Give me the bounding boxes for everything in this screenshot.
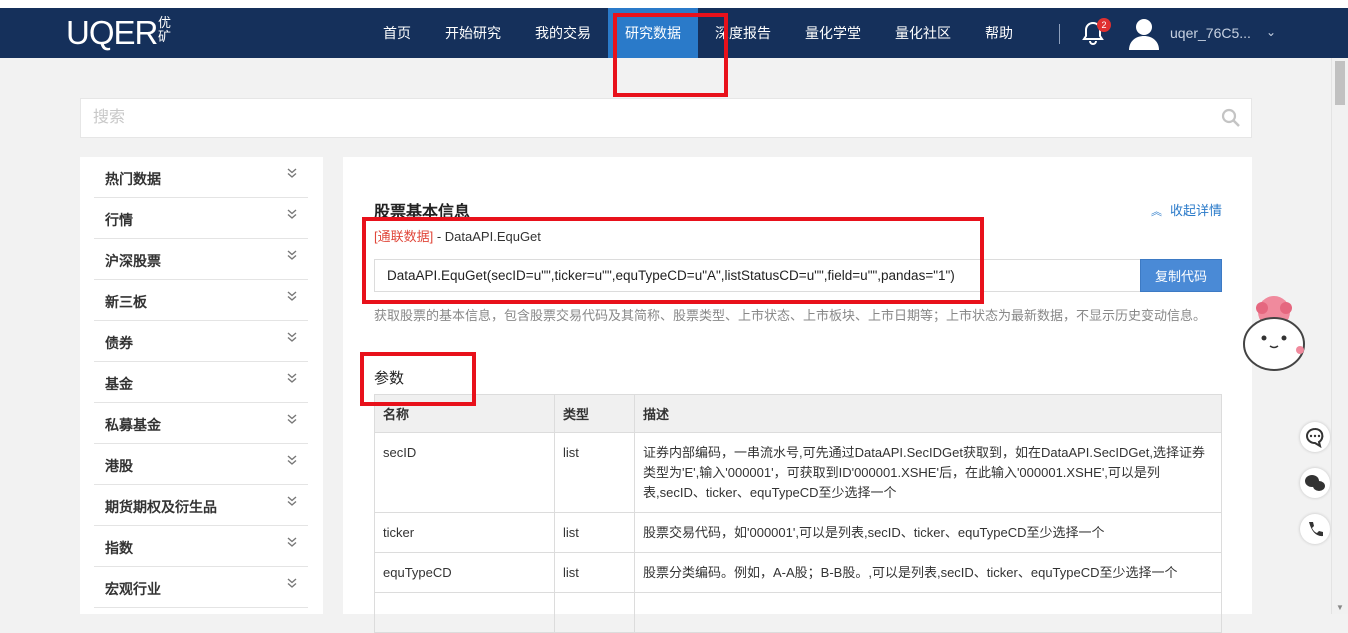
customer-service-button[interactable] bbox=[1300, 422, 1330, 452]
sidebar-item-label: 新三板 bbox=[105, 294, 147, 310]
phone-icon bbox=[1309, 522, 1323, 537]
scrollbar-thumb[interactable] bbox=[1335, 61, 1345, 105]
chat-bubble-icon bbox=[1306, 428, 1324, 449]
sidebar-item-label: 期货期权及衍生品 bbox=[105, 499, 217, 515]
sidebar-item-hot-data[interactable]: 热门数据 bbox=[94, 157, 308, 198]
sidebar-item-label: 热门数据 bbox=[105, 171, 161, 187]
chevron-double-down-icon bbox=[287, 578, 297, 588]
search-bar bbox=[80, 98, 1252, 138]
param-name: equTypeCD bbox=[374, 552, 555, 593]
sidebar-item-neeq[interactable]: 新三板 bbox=[94, 280, 308, 321]
chevron-double-down-icon bbox=[287, 537, 297, 547]
chevron-double-down-icon bbox=[287, 209, 297, 219]
copy-code-button[interactable]: 复制代码 bbox=[1140, 259, 1222, 292]
chevron-double-down-icon bbox=[287, 373, 297, 383]
logo-sub: 优矿 bbox=[158, 15, 172, 44]
chevron-double-down-icon bbox=[287, 250, 297, 260]
sidebar-item-indices[interactable]: 指数 bbox=[94, 526, 308, 567]
nav-my-trades[interactable]: 我的交易 bbox=[518, 8, 608, 58]
sidebar-item-quotes[interactable]: 行情 bbox=[94, 198, 308, 239]
sidebar-item-label: 港股 bbox=[105, 458, 133, 474]
param-name: ticker bbox=[374, 512, 555, 553]
param-type: list bbox=[554, 512, 635, 553]
sidebar-item-a-shares[interactable]: 沪深股票 bbox=[94, 239, 308, 280]
api-description: 获取股票的基本信息，包含股票交易代码及其简称、股票类型、上市状态、上市板块、上市… bbox=[374, 308, 1207, 323]
table-row: equTypeCD list 股票分类编码。例如，A-A股；B-B股。,可以是列… bbox=[374, 552, 1222, 593]
collapse-label: 收起详情 bbox=[1169, 203, 1222, 218]
param-type: list bbox=[554, 432, 635, 513]
sidebar-item-label: 宏观行业 bbox=[105, 581, 161, 597]
params-table: 名称 类型 描述 secID list 证券内部编码，一串流水号,可先通过Dat… bbox=[374, 394, 1222, 633]
table-row: ticker list 股票交易代码，如'000001',可以是列表,secID… bbox=[374, 512, 1222, 553]
sidebar-item-private-funds[interactable]: 私募基金 bbox=[94, 403, 308, 444]
param-desc: 股票交易代码，如'000001',可以是列表,secID、ticker、equT… bbox=[634, 512, 1222, 553]
chevron-double-down-icon bbox=[287, 455, 297, 465]
chevron-double-down-icon bbox=[287, 332, 297, 342]
chevron-double-up-icon: ︽ bbox=[1150, 206, 1162, 218]
sidebar-item-macro[interactable]: 宏观行业 bbox=[94, 567, 308, 608]
sidebar-item-label: 行情 bbox=[105, 212, 133, 228]
param-name: secID bbox=[374, 432, 555, 513]
nav-help[interactable]: 帮助 bbox=[968, 8, 1030, 58]
chevron-down-icon[interactable]: ⌄ bbox=[1266, 25, 1276, 39]
table-header-row: 名称 类型 描述 bbox=[374, 394, 1222, 433]
wechat-button[interactable] bbox=[1300, 468, 1330, 498]
sidebar-item-derivatives[interactable]: 期货期权及衍生品 bbox=[94, 485, 308, 526]
sidebar-item-label: 债券 bbox=[105, 335, 133, 351]
param-desc: 证券内部编码，一串流水号,可先通过DataAPI.SecIDGet获取到，如在D… bbox=[634, 432, 1222, 513]
avatar-icon[interactable] bbox=[1127, 16, 1161, 50]
sidebar-item-label: 私募基金 bbox=[105, 417, 161, 433]
nav-start-research[interactable]: 开始研究 bbox=[428, 8, 518, 58]
collapse-details-link[interactable]: ︽ 收起详情 bbox=[1151, 200, 1222, 219]
nav-quant-school[interactable]: 量化学堂 bbox=[788, 8, 878, 58]
column-header-type: 类型 bbox=[554, 394, 635, 433]
sidebar-item-label: 沪深股票 bbox=[105, 253, 161, 269]
highlight-box-code bbox=[362, 217, 984, 304]
logo-text: UQER bbox=[66, 14, 158, 51]
chevron-double-down-icon bbox=[287, 414, 297, 424]
highlight-box-params bbox=[360, 352, 476, 406]
column-header-desc: 描述 bbox=[634, 394, 1222, 433]
chevron-double-down-icon bbox=[287, 291, 297, 301]
nav-divider bbox=[1059, 24, 1060, 44]
category-sidebar: 热门数据 行情 沪深股票 新三板 债券 基金 私募基金 港股 期货期权及衍生品 … bbox=[80, 157, 323, 614]
notification-badge: 2 bbox=[1097, 18, 1111, 32]
sidebar-item-bonds[interactable]: 债券 bbox=[94, 321, 308, 362]
nav-home[interactable]: 首页 bbox=[366, 8, 428, 58]
uqer-logo[interactable]: UQER 优矿 bbox=[66, 14, 171, 52]
nav-quant-community[interactable]: 量化社区 bbox=[878, 8, 968, 58]
param-type: list bbox=[554, 552, 635, 593]
sidebar-item-hk-stocks[interactable]: 港股 bbox=[94, 444, 308, 485]
page-scrollbar[interactable]: ▼ bbox=[1331, 58, 1348, 614]
table-row: secID list 证券内部编码，一串流水号,可先通过DataAPI.SecI… bbox=[374, 432, 1222, 513]
search-icon[interactable] bbox=[1221, 108, 1241, 128]
mascot-icon[interactable] bbox=[1234, 292, 1314, 374]
scroll-down-arrow-icon[interactable]: ▼ bbox=[1336, 603, 1344, 612]
param-desc: 股票分类编码。例如，A-A股；B-B股。,可以是列表,secID、ticker、… bbox=[634, 552, 1222, 593]
sidebar-item-funds[interactable]: 基金 bbox=[94, 362, 308, 403]
sidebar-item-label: 指数 bbox=[105, 540, 133, 556]
username[interactable]: uqer_76C5... bbox=[1170, 25, 1251, 41]
chevron-double-down-icon bbox=[287, 168, 297, 178]
chevron-double-down-icon bbox=[287, 496, 297, 506]
highlight-box-nav bbox=[613, 13, 728, 97]
sidebar-item-label: 基金 bbox=[105, 376, 133, 392]
wechat-icon bbox=[1305, 475, 1325, 491]
phone-button[interactable] bbox=[1300, 514, 1330, 544]
table-row bbox=[374, 592, 1222, 633]
search-input[interactable] bbox=[81, 99, 1181, 137]
